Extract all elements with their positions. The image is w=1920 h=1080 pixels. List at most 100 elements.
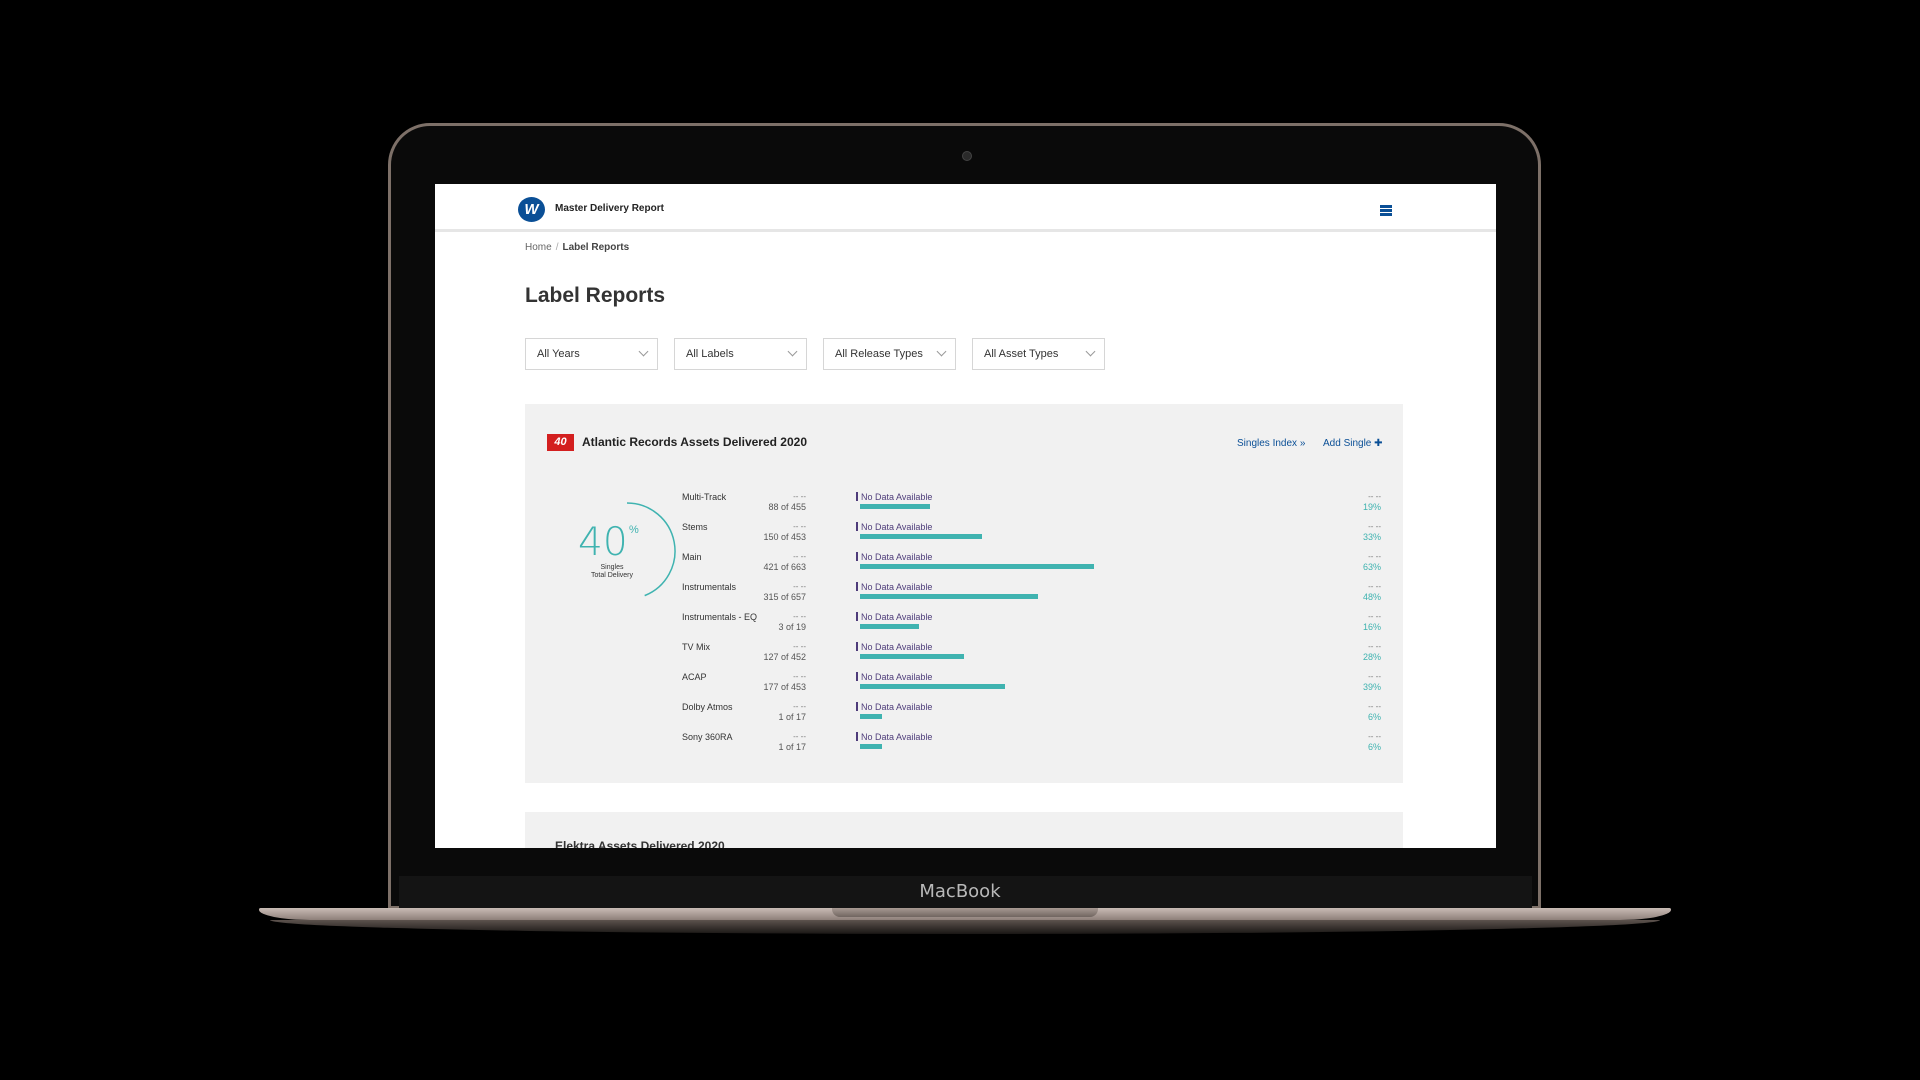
label-filter-value: All Labels: [686, 348, 734, 360]
breadcrumb: Home / Label Reports: [525, 242, 629, 253]
asset-dash-right: -- --: [1368, 642, 1381, 651]
asset-name: Dolby Atmos: [682, 702, 733, 712]
asset-name: Instrumentals - EQ: [682, 612, 758, 622]
add-single-link[interactable]: Add Single ✚: [1323, 438, 1383, 449]
asset-count: 3 of 19: [778, 622, 806, 632]
asset-percent: 19%: [1362, 502, 1381, 512]
asset-row: ACAP -- -- 177 of 453 No Data Available -- -…: [525, 672, 1403, 702]
asset-percent: 28%: [1362, 652, 1381, 662]
asset-row: Multi-Track -- -- 88 of 455 No Data Availab…: [525, 492, 1403, 522]
asset-count: 315 of 657: [763, 592, 806, 602]
progress-bar: [860, 534, 982, 539]
no-data-label: No Data Available: [856, 492, 932, 502]
asset-percent: 63%: [1362, 562, 1381, 572]
progress-bar: [860, 744, 882, 749]
asset-percent: 48%: [1362, 592, 1381, 602]
asset-row: TV Mix -- -- 127 of 452 No Data Available --…: [525, 642, 1403, 672]
asset-row: Main -- -- 421 of 663 No Data Available -- -…: [525, 552, 1403, 582]
asset-count: 177 of 453: [763, 682, 806, 692]
progress-bar: [860, 654, 964, 659]
breadcrumb-separator: /: [555, 242, 559, 253]
atlantic-records-logo: 40: [547, 434, 574, 451]
asset-row: Dolby Atmos -- -- 1 of 17 No Data Available…: [525, 702, 1403, 732]
release-type-filter-value: All Release Types: [835, 348, 923, 360]
asset-name: TV Mix: [682, 642, 710, 652]
asset-type-filter-select[interactable]: All Asset Types: [972, 338, 1105, 370]
label-report-panel-2: Elektra Assets Delivered 2020: [525, 812, 1403, 848]
asset-dash: -- --: [793, 552, 806, 561]
asset-percent: 33%: [1362, 532, 1381, 542]
asset-dash-right: -- --: [1368, 732, 1381, 741]
asset-row: Sony 360RA -- -- 1 of 17 No Data Available -…: [525, 732, 1403, 762]
asset-type-filter-value: All Asset Types: [984, 348, 1059, 360]
asset-dash: -- --: [793, 582, 806, 591]
progress-bar: [860, 594, 1038, 599]
progress-bar: [860, 564, 1094, 569]
page-title: Label Reports: [525, 284, 666, 307]
asset-count: 1 of 17: [778, 712, 806, 722]
asset-row: Stems -- -- 150 of 453 No Data Available -- …: [525, 522, 1403, 552]
asset-dash: -- --: [793, 672, 806, 681]
no-data-label: No Data Available: [856, 582, 932, 592]
asset-name: Stems: [682, 522, 708, 532]
no-data-label: No Data Available: [856, 612, 932, 622]
panel-2-title: Elektra Assets Delivered 2020: [555, 839, 725, 848]
asset-count: 88 of 455: [768, 502, 806, 512]
asset-dash: -- --: [793, 492, 806, 501]
panel-title: Atlantic Records Assets Delivered 2020: [582, 435, 807, 449]
asset-dash: -- --: [793, 612, 806, 621]
asset-count: 150 of 453: [763, 532, 806, 542]
asset-dash-right: -- --: [1368, 582, 1381, 591]
asset-count: 1 of 17: [778, 742, 806, 752]
warner-logo[interactable]: W: [518, 197, 545, 222]
chevron-down-icon: [1085, 346, 1096, 357]
asset-percent: 6%: [1367, 742, 1381, 752]
asset-name: Instrumentals: [682, 582, 737, 592]
asset-row: Instrumentals - EQ -- -- 3 of 19 No Data Av…: [525, 612, 1403, 642]
no-data-label: No Data Available: [856, 732, 932, 742]
asset-dash-right: -- --: [1368, 552, 1381, 561]
no-data-label: No Data Available: [856, 702, 932, 712]
asset-name: Multi-Track: [682, 492, 727, 502]
device-brand: MacBook: [919, 881, 1001, 902]
progress-bar: [860, 714, 882, 719]
asset-percent: 16%: [1362, 622, 1381, 632]
asset-dash: -- --: [793, 642, 806, 651]
top-navbar: W Master Delivery Report: [435, 184, 1496, 232]
asset-row: Instrumentals -- -- 315 of 657 No Data Avai…: [525, 582, 1403, 612]
no-data-label: No Data Available: [856, 552, 932, 562]
asset-dash-right: -- --: [1368, 612, 1381, 621]
breadcrumb-home[interactable]: Home: [525, 242, 552, 253]
progress-bar: [860, 624, 919, 629]
breadcrumb-current: Label Reports: [562, 242, 630, 253]
laptop-notch: [832, 908, 1098, 917]
asset-name: Main: [682, 552, 702, 562]
asset-count: 421 of 663: [763, 562, 806, 572]
asset-name: Sony 360RA: [682, 732, 733, 742]
chevron-down-icon: [787, 346, 798, 357]
asset-count: 127 of 452: [763, 652, 806, 662]
asset-name: ACAP: [682, 672, 707, 682]
label-filter-select[interactable]: All Labels: [674, 338, 807, 370]
label-report-panel: 40 Atlantic Records Assets Delivered 202…: [525, 404, 1403, 783]
progress-bar: [860, 504, 930, 509]
screen: W Master Delivery Report Home / Label Repo…: [435, 184, 1496, 848]
asset-dash: -- --: [793, 522, 806, 531]
asset-dash: -- --: [793, 702, 806, 711]
release-type-filter-select[interactable]: All Release Types: [823, 338, 956, 370]
asset-percent: 39%: [1362, 682, 1381, 692]
asset-dash-right: -- --: [1368, 492, 1381, 501]
laptop-base-shadow: [270, 920, 1660, 934]
app-title[interactable]: Master Delivery Report: [555, 203, 664, 214]
hamburger-menu-icon[interactable]: [1380, 205, 1392, 216]
camera-icon: [962, 151, 972, 161]
no-data-label: No Data Available: [856, 522, 932, 532]
asset-dash: -- --: [793, 732, 806, 741]
chevron-down-icon: [936, 346, 947, 357]
year-filter-select[interactable]: All Years: [525, 338, 658, 370]
singles-index-link[interactable]: Singles Index »: [1237, 438, 1305, 449]
year-filter-value: All Years: [537, 348, 580, 360]
asset-dash-right: -- --: [1368, 672, 1381, 681]
no-data-label: No Data Available: [856, 672, 932, 682]
chevron-down-icon: [638, 346, 649, 357]
